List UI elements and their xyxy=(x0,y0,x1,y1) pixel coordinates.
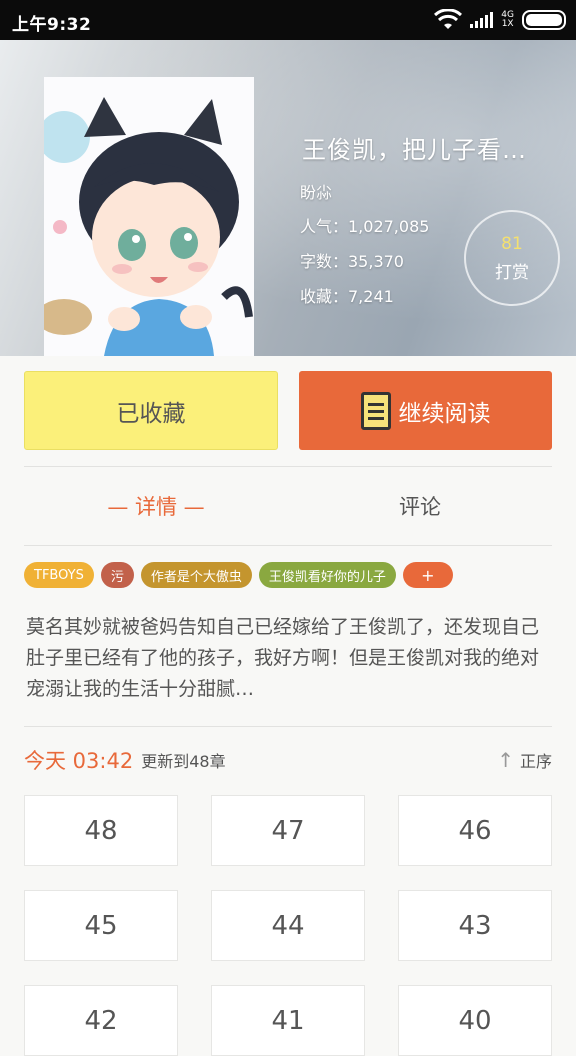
detail-tabs: — 详情 — 评论 xyxy=(24,467,552,545)
reward-button[interactable]: 81 打赏 xyxy=(464,210,560,306)
tab-details[interactable]: — 详情 — xyxy=(24,467,288,545)
chapter-button[interactable]: 44 xyxy=(211,890,365,961)
tag-item[interactable]: TFBOYS xyxy=(24,562,94,588)
chapter-grid: 48 47 46 45 44 43 42 41 40 xyxy=(24,795,552,1056)
tag-item[interactable]: 污 xyxy=(100,562,134,588)
chapter-button[interactable]: 48 xyxy=(24,795,178,866)
sort-toggle[interactable]: ↑ 正序 xyxy=(497,748,552,772)
network-type: 4G 1X xyxy=(501,11,514,29)
wifi-icon xyxy=(434,9,463,29)
cover-illustration xyxy=(44,77,254,356)
book-icon xyxy=(360,391,391,430)
status-time: 上午9:32 xyxy=(12,15,92,35)
collected-button[interactable]: 已收藏 xyxy=(24,371,278,450)
chapter-button[interactable]: 47 xyxy=(211,795,365,866)
tag-item[interactable]: 作者是个大傲虫 xyxy=(140,562,252,588)
tag-list: TFBOYS 污 作者是个大傲虫 王俊凯看好你的儿子 + xyxy=(24,562,453,588)
chapter-button[interactable]: 41 xyxy=(211,985,365,1056)
network-bottom: 1X xyxy=(501,19,514,29)
book-header: 王俊凯，把儿子看… 盼尛 人气：1,027,085 字数：35,370 收藏：7… xyxy=(0,40,576,356)
chapter-button[interactable]: 43 xyxy=(398,890,552,961)
chapter-button[interactable]: 46 xyxy=(398,795,552,866)
book-title: 王俊凯，把儿子看… xyxy=(302,136,527,164)
chapter-button[interactable]: 40 xyxy=(398,985,552,1056)
status-icons: 4G 1X xyxy=(434,8,566,32)
book-cover-image[interactable] xyxy=(44,77,254,356)
continue-reading-button[interactable]: 继续阅读 xyxy=(299,371,552,450)
tag-item[interactable]: 王俊凯看好你的儿子 xyxy=(258,562,396,588)
update-time: 今天 03:42 xyxy=(24,749,134,773)
arrow-up-icon: ↑ xyxy=(497,748,514,772)
update-text: 更新到48章 xyxy=(141,752,226,771)
signal-icon xyxy=(470,12,494,28)
book-popularity: 人气：1,027,085 xyxy=(300,217,430,236)
sort-label: 正序 xyxy=(519,752,552,771)
divider xyxy=(24,726,552,727)
chapter-button[interactable]: 45 xyxy=(24,890,178,961)
book-favorites: 收藏：7,241 xyxy=(300,287,394,306)
chapter-button[interactable]: 42 xyxy=(24,985,178,1056)
book-word-count: 字数：35,370 xyxy=(300,252,404,271)
divider xyxy=(24,545,552,546)
reward-count: 81 xyxy=(501,234,523,254)
book-author[interactable]: 盼尛 xyxy=(300,179,332,203)
collected-label: 已收藏 xyxy=(116,400,186,427)
tab-comments[interactable]: 评论 xyxy=(288,467,552,545)
book-summary[interactable]: 莫名其妙就被爸妈告知自己已经嫁给了王俊凯了，还发现自己肚子里已经有了他的孩子，我… xyxy=(26,612,546,705)
add-tag-button[interactable]: + xyxy=(402,562,453,588)
reward-label: 打赏 xyxy=(495,263,529,283)
status-bar: 上午9:32 4G 1X xyxy=(0,0,576,40)
update-info: 今天 03:42 更新到48章 ↑ 正序 xyxy=(24,744,552,776)
battery-icon xyxy=(522,10,566,30)
continue-reading-label: 继续阅读 xyxy=(398,400,491,427)
